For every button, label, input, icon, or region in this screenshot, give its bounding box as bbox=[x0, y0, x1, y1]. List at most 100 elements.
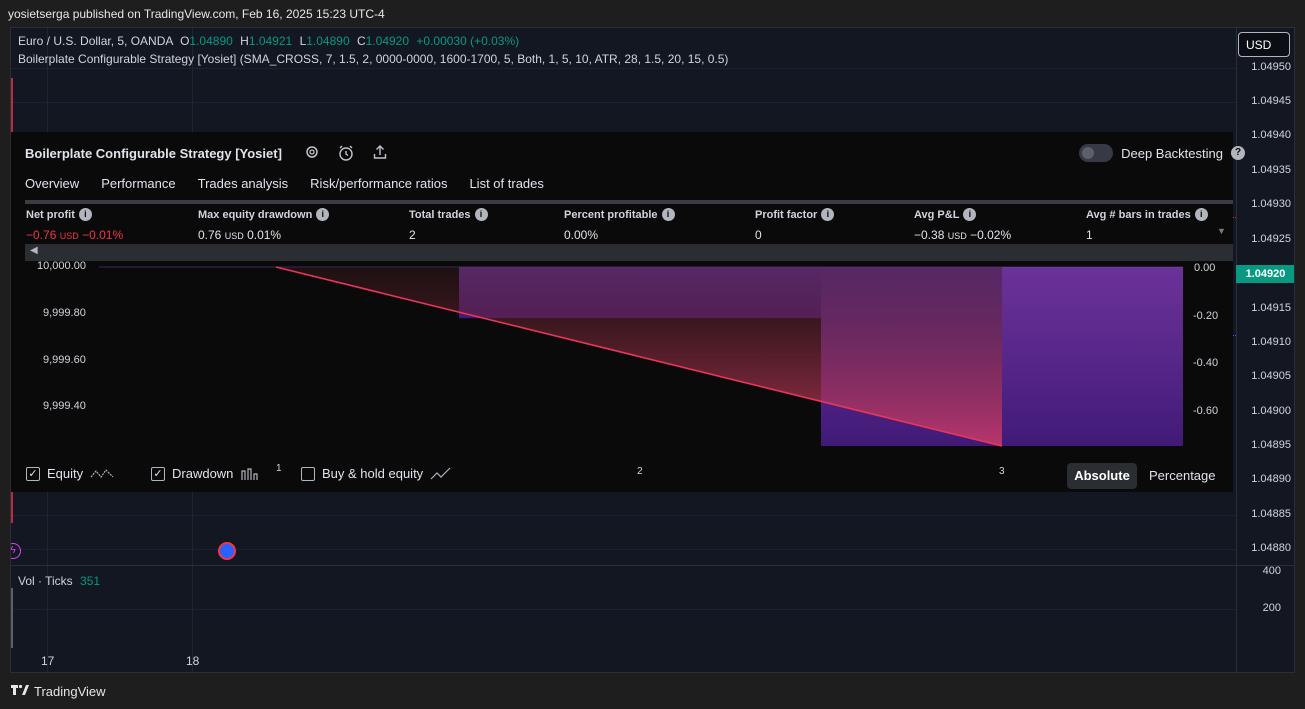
price-label: 1.04890 bbox=[1251, 473, 1291, 485]
brand-name: TradingView bbox=[34, 684, 106, 699]
equity-checkbox[interactable]: ✓ Equity bbox=[26, 466, 114, 481]
help-icon[interactable]: ? bbox=[1231, 146, 1245, 160]
metric-title: Avg # bars in trades bbox=[1086, 208, 1191, 221]
metric-title: Net profit bbox=[26, 208, 75, 221]
equity-axis-label: 9,999.60 bbox=[43, 354, 86, 366]
buyhold-checkbox[interactable]: Buy & hold equity bbox=[301, 466, 452, 481]
strategy-title[interactable]: Boilerplate Configurable Strategy [Yosie… bbox=[25, 146, 282, 161]
tab-list-of-trades[interactable]: List of trades bbox=[469, 176, 543, 191]
symbol-name: Euro / U.S. Dollar, 5, OANDA bbox=[18, 34, 173, 48]
horizontal-scrollbar[interactable]: ◀ bbox=[25, 244, 1233, 261]
panel-tabs: Overview Performance Trades analysis Ris… bbox=[25, 176, 544, 191]
deep-backtesting-toggle[interactable]: Deep Backtesting ? bbox=[1079, 144, 1245, 162]
price-label: 1.04915 bbox=[1251, 302, 1291, 314]
tab-performance[interactable]: Performance bbox=[101, 176, 175, 191]
max-drawdown-value: 0.76 USD 0.01% bbox=[198, 228, 282, 242]
alarm-clock-icon[interactable] bbox=[337, 144, 355, 162]
info-icon[interactable]: i bbox=[821, 208, 835, 221]
drawdown-axis-label: -0.60 bbox=[1193, 405, 1219, 417]
buyhold-checkbox-label: Buy & hold equity bbox=[322, 466, 424, 481]
tradingview-brand[interactable]: TradingView bbox=[10, 684, 106, 699]
equity-chart bbox=[99, 266, 1183, 447]
checkbox-checked[interactable]: ✓ bbox=[26, 466, 40, 481]
metric-title: Percent profitable bbox=[564, 208, 658, 221]
price-label: 1.04940 bbox=[1251, 129, 1291, 141]
high-value: 1.04921 bbox=[248, 34, 293, 48]
tab-trades-analysis[interactable]: Trades analysis bbox=[198, 176, 289, 191]
price-label: 1.04935 bbox=[1251, 164, 1291, 176]
metric-header: Profit factor i bbox=[755, 208, 835, 221]
checkbox-checked[interactable]: ✓ bbox=[151, 466, 165, 481]
info-icon[interactable]: i bbox=[661, 208, 675, 221]
absolute-button[interactable]: Absolute bbox=[1067, 463, 1137, 489]
strategy-tester-panel: Boilerplate Configurable Strategy [Yosie… bbox=[11, 132, 1245, 492]
currency-button[interactable]: USD bbox=[1238, 32, 1290, 57]
info-icon[interactable]: i bbox=[474, 208, 488, 221]
equity-line-icon bbox=[90, 468, 114, 478]
info-icon[interactable]: i bbox=[1194, 208, 1208, 221]
open-value: 1.04890 bbox=[189, 34, 233, 48]
metric-title: Avg P&L bbox=[914, 208, 960, 221]
metric-header: Avg P&L i bbox=[914, 208, 977, 221]
price-label: 1.04880 bbox=[1251, 542, 1291, 554]
info-icon[interactable]: i bbox=[78, 208, 92, 221]
drawdown-checkbox[interactable]: ✓ Drawdown bbox=[151, 466, 260, 481]
metric-header: Percent profitable i bbox=[564, 208, 675, 221]
metric-header: Max equity drawdown i bbox=[198, 208, 330, 221]
last-price-label: 1.04920 bbox=[1236, 265, 1294, 283]
volume-scale-label: 200 bbox=[1262, 602, 1281, 614]
price-label: 1.04895 bbox=[1251, 439, 1291, 451]
metric-header: Total trades i bbox=[409, 208, 488, 221]
checkbox-unchecked[interactable] bbox=[301, 466, 315, 481]
avg-pnl-value: −0.38 USD −0.02% bbox=[914, 228, 1012, 242]
economic-event-icon[interactable] bbox=[218, 542, 236, 560]
publish-info: yosietserga published on TradingView.com… bbox=[8, 7, 385, 21]
tab-risk-ratios[interactable]: Risk/performance ratios bbox=[310, 176, 447, 191]
percent-profitable-value: 0.00% bbox=[564, 228, 599, 242]
trade-number: 3 bbox=[999, 466, 1005, 477]
drawdown-bar bbox=[1002, 267, 1183, 446]
grid-line bbox=[11, 549, 1237, 550]
drawdown-axis-label: -0.40 bbox=[1193, 357, 1219, 369]
lightning-icon[interactable]: ϟ bbox=[11, 543, 21, 559]
volume-legend[interactable]: Vol · Ticks 351 bbox=[18, 574, 100, 588]
settings-icon[interactable] bbox=[303, 144, 321, 162]
metric-title: Max equity drawdown bbox=[198, 208, 313, 221]
volume-value: 351 bbox=[80, 574, 101, 588]
volume-bar bbox=[11, 588, 13, 648]
scroll-down-icon[interactable]: ▼ bbox=[1217, 226, 1226, 236]
low-value: 1.04890 bbox=[306, 34, 350, 48]
export-icon[interactable] bbox=[371, 144, 389, 162]
strategy-legend[interactable]: Boilerplate Configurable Strategy [Yosie… bbox=[18, 52, 728, 66]
metric-title: Profit factor bbox=[755, 208, 818, 221]
grid-line bbox=[11, 102, 1237, 103]
price-label: 1.04900 bbox=[1251, 405, 1291, 417]
time-axis-label: 18 bbox=[186, 654, 200, 668]
profit-factor-value: 0 bbox=[755, 228, 762, 242]
toggle-switch[interactable] bbox=[1079, 144, 1114, 162]
tab-underline-bar bbox=[25, 200, 1233, 204]
price-label: 1.04950 bbox=[1251, 61, 1291, 73]
info-icon[interactable]: i bbox=[963, 208, 977, 221]
info-icon[interactable]: i bbox=[316, 208, 330, 221]
change-value: +0.00030 (+0.03%) bbox=[416, 34, 520, 48]
symbol-legend[interactable]: Euro / U.S. Dollar, 5, OANDA O1.04890 H1… bbox=[18, 34, 519, 48]
trend-line-icon bbox=[430, 467, 451, 479]
close-value: 1.04920 bbox=[365, 34, 410, 48]
close-label: C bbox=[356, 34, 366, 48]
scroll-left-icon[interactable]: ◀ bbox=[30, 245, 38, 256]
volume-scale-label: 400 bbox=[1262, 565, 1281, 577]
equity-axis-label: 10,000.00 bbox=[37, 260, 86, 272]
price-scale[interactable]: 1.04950 1.04945 1.04940 1.04935 1.04930 … bbox=[1236, 28, 1294, 672]
chart-area[interactable]: Euro / U.S. Dollar, 5, OANDA O1.04890 H1… bbox=[10, 27, 1295, 673]
tradingview-logo-icon bbox=[10, 684, 30, 699]
pane-separator[interactable] bbox=[11, 565, 1294, 566]
price-label: 1.04930 bbox=[1251, 198, 1291, 210]
drawdown-axis-label: 0.00 bbox=[1194, 262, 1216, 274]
tab-overview[interactable]: Overview bbox=[25, 176, 79, 191]
equity-axis-label: 9,999.40 bbox=[43, 400, 86, 412]
metric-title: Total trades bbox=[409, 208, 471, 221]
percentage-button[interactable]: Percentage bbox=[1149, 468, 1216, 483]
grid-line bbox=[11, 515, 1237, 516]
metric-header: Avg # bars in trades i bbox=[1086, 208, 1208, 221]
